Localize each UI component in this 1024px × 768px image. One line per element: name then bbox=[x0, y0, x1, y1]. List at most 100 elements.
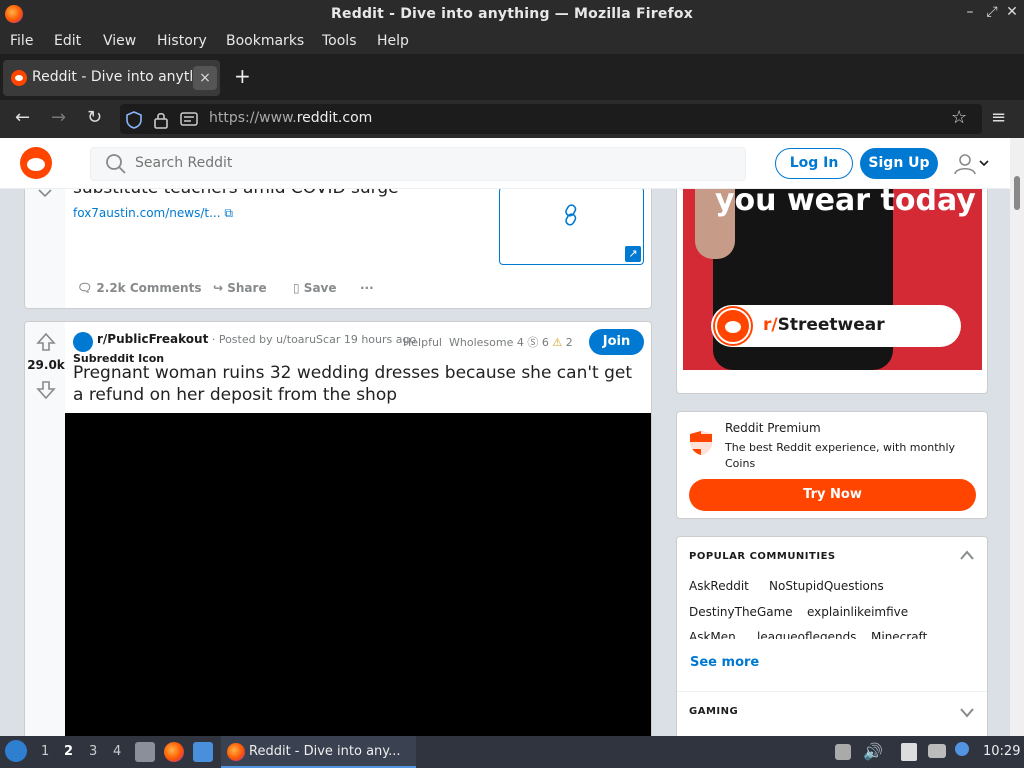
more-options-button[interactable]: ··· bbox=[360, 281, 374, 295]
chevron-up-icon[interactable] bbox=[959, 549, 975, 561]
network-icon[interactable] bbox=[928, 744, 946, 758]
task-label: Reddit - Dive into any... bbox=[249, 744, 401, 759]
share-button[interactable]: ↪ Share bbox=[213, 281, 267, 295]
upvote-icon[interactable] bbox=[36, 332, 56, 352]
gold-award-icon: ⚠ bbox=[552, 336, 563, 349]
posted-by[interactable]: · Posted by u/toaruScar 19 hours ago bbox=[212, 333, 416, 346]
menu-history[interactable]: History bbox=[157, 33, 207, 49]
popular-communities-heading: POPULAR COMMUNITIES bbox=[689, 551, 836, 562]
reload-icon[interactable]: ↻ bbox=[87, 107, 102, 128]
url-text[interactable]: https://www.reddit.com bbox=[209, 110, 372, 126]
page-info-icon[interactable] bbox=[180, 112, 198, 126]
comments-button[interactable]: 🗨 2.2k Comments bbox=[77, 281, 201, 295]
reddit-favicon-icon bbox=[11, 70, 27, 86]
link-icon bbox=[565, 204, 577, 226]
workspace-1[interactable]: 1 bbox=[41, 744, 49, 759]
post-card[interactable]: substitute teachers amid COVID surge fox… bbox=[24, 189, 652, 309]
community-link[interactable]: Minecraft bbox=[871, 630, 927, 639]
minimize-icon[interactable]: – bbox=[962, 4, 978, 20]
save-button[interactable]: ▯ Save bbox=[293, 281, 337, 295]
video-player[interactable] bbox=[65, 413, 651, 736]
login-button[interactable]: Log In bbox=[775, 148, 853, 179]
window-titlebar: Reddit - Dive into anything — Mozilla Fi… bbox=[0, 0, 1024, 29]
menu-edit[interactable]: Edit bbox=[54, 33, 81, 49]
shield-icon[interactable] bbox=[126, 111, 142, 129]
workspace-3[interactable]: 3 bbox=[89, 744, 97, 759]
start-menu-icon[interactable] bbox=[5, 740, 27, 762]
reddit-logo-icon[interactable] bbox=[20, 147, 52, 179]
bookmark-star-icon[interactable]: ☆ bbox=[951, 107, 967, 128]
menu-bookmarks[interactable]: Bookmarks bbox=[226, 33, 304, 49]
app-menu-icon[interactable]: ≡ bbox=[991, 107, 1006, 128]
search-box[interactable] bbox=[90, 147, 746, 181]
ad-image[interactable]: you wear today r/Streetwear bbox=[683, 189, 982, 370]
downvote-icon[interactable] bbox=[36, 380, 56, 400]
maximize-icon[interactable]: ⤢ bbox=[984, 4, 1000, 20]
new-tab-button[interactable]: + bbox=[234, 64, 251, 88]
post-title[interactable]: substitute teachers amid COVID surge bbox=[73, 189, 399, 198]
firefox-launcher-icon[interactable] bbox=[164, 742, 184, 762]
community-link[interactable]: DestinyTheGame bbox=[689, 605, 793, 619]
scrollbar-thumb[interactable] bbox=[1014, 176, 1020, 210]
menu-tools[interactable]: Tools bbox=[322, 33, 357, 49]
taskbar: 1 2 3 4 Reddit - Dive into any... 🔊 10:2… bbox=[0, 736, 1024, 768]
ad-subreddit-name: r/Streetwear bbox=[763, 315, 885, 335]
page-scrollbar[interactable] bbox=[1010, 138, 1024, 736]
workspace-2[interactable]: 2 bbox=[64, 744, 73, 759]
post-card[interactable]: 29.0k r/PublicFreakout · Posted by u/toa… bbox=[24, 321, 652, 736]
post-title[interactable]: Pregnant woman ruins 32 wedding dresses … bbox=[73, 362, 643, 406]
community-link[interactable]: AskReddit bbox=[689, 579, 749, 593]
clipboard-icon[interactable] bbox=[901, 743, 917, 761]
sidebar-ad[interactable]: you wear today r/Streetwear bbox=[676, 189, 988, 394]
volume-icon[interactable]: 🔊 bbox=[863, 742, 883, 761]
chevron-down-icon[interactable] bbox=[959, 706, 975, 718]
menu-help[interactable]: Help bbox=[377, 33, 409, 49]
comment-icon: 🗨 bbox=[77, 281, 93, 295]
join-button[interactable]: Join bbox=[589, 329, 644, 355]
menu-bar: File Edit View History Bookmarks Tools H… bbox=[0, 29, 1024, 54]
file-manager-icon[interactable] bbox=[135, 742, 155, 762]
desktop-icon[interactable] bbox=[193, 742, 213, 762]
post-link[interactable]: fox7austin.com/news/t... ⧉ bbox=[73, 206, 233, 221]
menu-file[interactable]: File bbox=[10, 33, 33, 49]
subreddit-link[interactable]: r/PublicFreakout bbox=[97, 332, 208, 346]
search-input[interactable] bbox=[135, 155, 695, 171]
premium-title: Reddit Premium bbox=[725, 421, 821, 435]
tab-strip: Reddit - Dive into anything × + bbox=[0, 54, 1024, 100]
nav-bar: ← → ↻ https://www.reddit.com ☆ ≡ bbox=[0, 100, 1024, 138]
community-link[interactable]: NoStupidQuestions bbox=[769, 579, 884, 593]
signup-button[interactable]: Sign Up bbox=[860, 148, 938, 179]
tab-close-button[interactable]: × bbox=[193, 66, 217, 90]
open-external-icon[interactable]: ↗ bbox=[625, 246, 641, 262]
community-link[interactable]: explainlikeimfive bbox=[807, 605, 908, 619]
user-menu-icon[interactable] bbox=[952, 152, 994, 176]
gaming-heading[interactable]: GAMING bbox=[689, 706, 738, 717]
lock-icon[interactable] bbox=[153, 111, 169, 129]
premium-shield-icon bbox=[690, 431, 712, 455]
menu-view[interactable]: View bbox=[103, 33, 136, 49]
notification-icon[interactable] bbox=[955, 742, 969, 756]
vote-column: 29.0k bbox=[25, 322, 65, 736]
window-title: Reddit - Dive into anything — Mozilla Fi… bbox=[331, 6, 693, 22]
workspace-4[interactable]: 4 bbox=[113, 744, 121, 759]
update-icon[interactable] bbox=[835, 744, 851, 760]
awards[interactable]: Helpful Wholesome 4 Ⓢ 6 ⚠ 2 bbox=[403, 334, 573, 350]
task-reddit[interactable]: Reddit - Dive into any... bbox=[221, 736, 416, 768]
see-more-link[interactable]: See more bbox=[690, 655, 759, 670]
community-link[interactable]: AskMen bbox=[689, 630, 736, 639]
link-thumbnail[interactable]: ↗ bbox=[499, 189, 644, 265]
try-now-button[interactable]: Try Now bbox=[689, 479, 976, 511]
downvote-icon[interactable] bbox=[38, 189, 52, 199]
vote-column bbox=[25, 189, 65, 308]
url-bar[interactable]: https://www.reddit.com bbox=[120, 104, 982, 134]
divider bbox=[677, 691, 987, 692]
community-link[interactable]: leagueoflegends bbox=[757, 630, 856, 639]
close-icon[interactable]: ✕ bbox=[1004, 4, 1020, 20]
forward-icon[interactable]: → bbox=[51, 107, 66, 128]
tab-reddit[interactable]: Reddit - Dive into anything × bbox=[3, 60, 220, 96]
ad-subreddit-pill[interactable]: r/Streetwear bbox=[711, 305, 961, 347]
search-icon bbox=[106, 154, 126, 174]
back-icon[interactable]: ← bbox=[15, 107, 30, 128]
vote-score: 29.0k bbox=[27, 358, 65, 372]
reddit-header: Log In Sign Up bbox=[0, 138, 1010, 189]
